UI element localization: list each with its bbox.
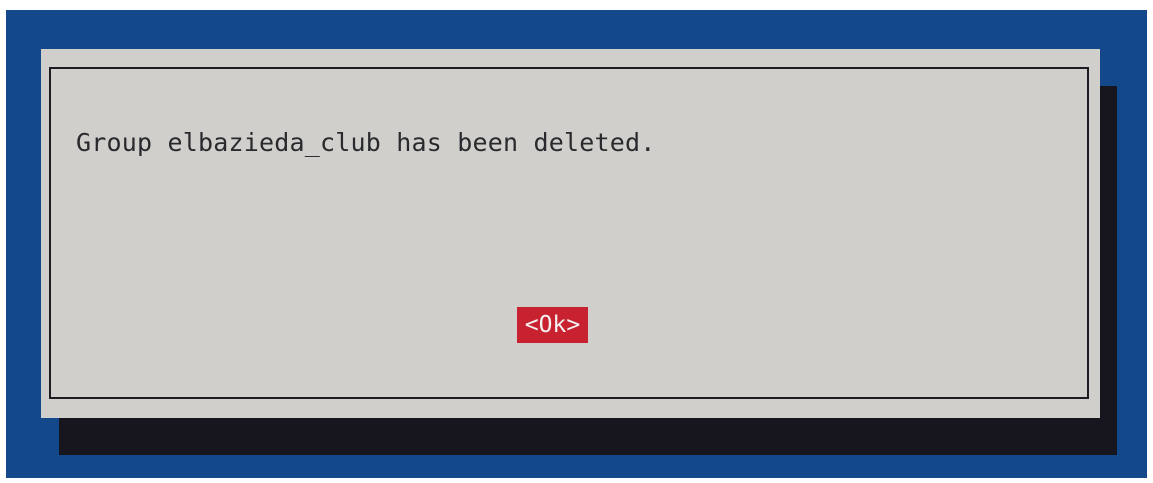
dialog-message: Group elbazieda_club has been deleted. bbox=[76, 128, 656, 157]
ok-button[interactable]: <Ok> bbox=[517, 307, 588, 343]
message-dialog: Group elbazieda_club has been deleted. <… bbox=[41, 49, 1100, 418]
dialog-frame bbox=[49, 67, 1089, 399]
